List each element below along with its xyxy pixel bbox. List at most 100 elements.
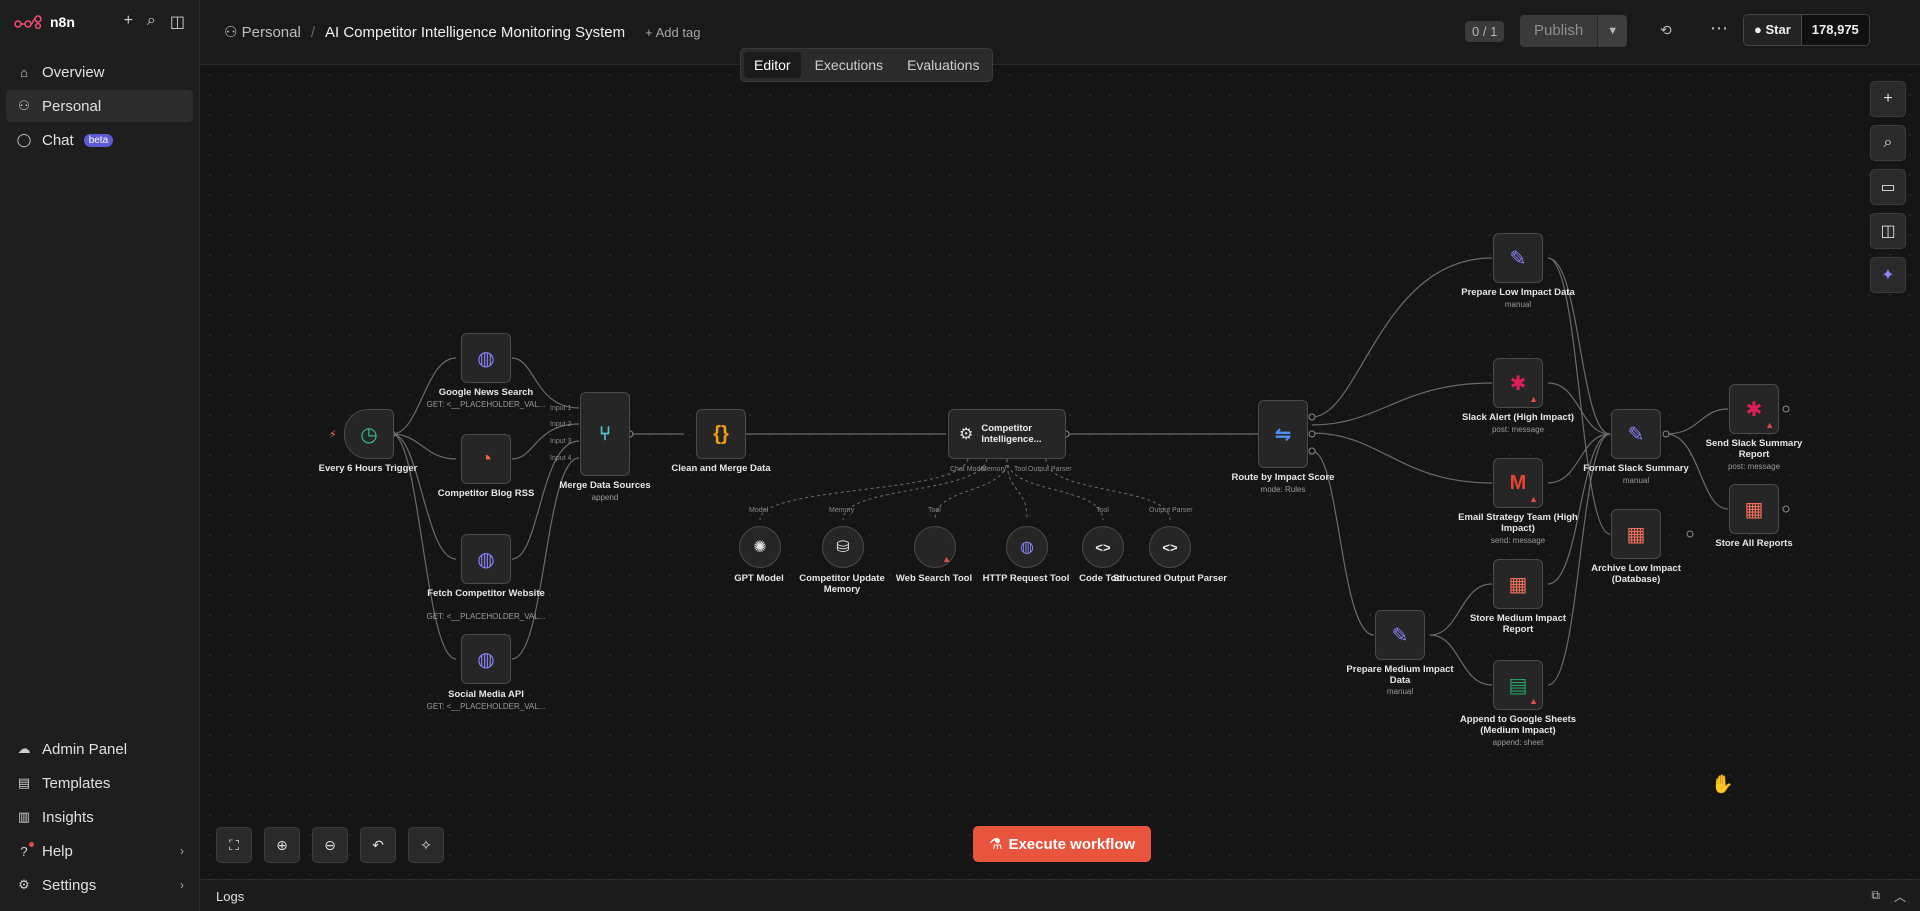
- user-icon: ⚇: [18, 98, 30, 113]
- warning-icon: ▲: [1529, 394, 1538, 404]
- sheets-icon: ▤: [1508, 674, 1528, 697]
- add-tag-button[interactable]: + Add tag: [645, 25, 700, 40]
- popout-icon[interactable]: ⧉: [1871, 888, 1880, 905]
- agent-handle-label: Tool: [1014, 466, 1027, 473]
- undo-button[interactable]: ↶: [360, 827, 396, 863]
- node-sub: GET: <__PLACEHOLDER_VAL...: [426, 612, 546, 621]
- node-sub: append: sheet: [1492, 738, 1544, 747]
- publish-button[interactable]: Publish: [1520, 15, 1598, 47]
- node-sub: GET: <__PLACEHOLDER_VAL...: [426, 702, 546, 711]
- node-label: Store Medium Impact Report: [1469, 613, 1567, 635]
- node-store-all[interactable]: ▦: [1729, 484, 1779, 534]
- node-send-slack[interactable]: ✱ ▲: [1729, 384, 1779, 434]
- sidebar-item-help[interactable]: ? Help ›: [6, 835, 194, 867]
- node-code-tool[interactable]: <>: [1082, 526, 1124, 568]
- templates-icon: ▤: [17, 775, 31, 790]
- node-ai-agent[interactable]: ⚙ Competitor Intelligence...: [948, 409, 1066, 459]
- github-star-button[interactable]: ● Star 178,975: [1743, 14, 1870, 46]
- workflow-canvas[interactable]: ⚡ ◷ Every 6 Hours Trigger ◍ Google News …: [200, 65, 1920, 879]
- zoom-in-button[interactable]: ⊕: [264, 827, 300, 863]
- sidebar-item-label: Personal: [42, 97, 102, 115]
- node-memory[interactable]: ⛁: [822, 526, 864, 568]
- sidebar-item-admin[interactable]: ☁ Admin Panel: [6, 733, 194, 765]
- workflow-title[interactable]: AI Competitor Intelligence Monitoring Sy…: [325, 24, 625, 41]
- node-archive-low[interactable]: ▦: [1611, 509, 1661, 559]
- chevron-down-icon[interactable]: ▼: [1597, 15, 1628, 47]
- agent-handle-label: Output Parser: [1028, 466, 1072, 473]
- node-route[interactable]: ⇋: [1258, 400, 1308, 468]
- warning-icon: ▲: [1529, 494, 1538, 504]
- zoom-out-button[interactable]: ⊖: [312, 827, 348, 863]
- node-sub: send: message: [1490, 536, 1546, 545]
- slack-icon: ✱: [1509, 372, 1527, 395]
- node-store-medium[interactable]: ▦: [1493, 559, 1543, 609]
- n8n-logo[interactable]: n8n: [14, 14, 75, 30]
- tab-evaluations[interactable]: Evaluations: [897, 52, 989, 78]
- rss-icon: ◔: [479, 447, 493, 470]
- output-handle: [1308, 430, 1316, 438]
- version-badge[interactable]: 0 / 1: [1465, 21, 1505, 42]
- node-output-parser[interactable]: <>: [1149, 526, 1191, 568]
- fit-view-button[interactable]: ⛶: [216, 827, 252, 863]
- plus-icon[interactable]: +: [124, 12, 133, 32]
- help-icon: ?: [16, 841, 34, 859]
- node-prepare-low[interactable]: ✎: [1493, 233, 1543, 283]
- sticky-note-button[interactable]: ▭: [1870, 169, 1906, 205]
- node-blog-rss[interactable]: ◔: [461, 434, 511, 484]
- github-star-count: 178,975: [1800, 15, 1869, 45]
- sidebar-item-label: Overview: [42, 63, 105, 81]
- node-trigger[interactable]: ⚡ ◷: [329, 409, 394, 459]
- node-sub: post: message: [1727, 462, 1781, 471]
- sidebar-toggle-icon[interactable]: ◫: [170, 12, 185, 32]
- sidebar-item-label: Help: [42, 842, 73, 860]
- node-web-search[interactable]: ▲: [914, 526, 956, 568]
- search-icon[interactable]: ⌕: [147, 12, 156, 32]
- sub-handle-label: Memory: [829, 507, 855, 514]
- node-clean-merge[interactable]: {}: [696, 409, 746, 459]
- beta-badge: beta: [83, 133, 114, 147]
- publish-group: Publish ▼: [1520, 15, 1628, 47]
- node-google-news[interactable]: ◍: [461, 333, 511, 383]
- ai-assistant-button[interactable]: ✦: [1870, 257, 1906, 293]
- node-email[interactable]: M ▲: [1493, 458, 1543, 508]
- node-format-slack[interactable]: ✎: [1611, 409, 1661, 459]
- sidebar-item-overview[interactable]: ⌂ Overview: [6, 56, 193, 88]
- node-prepare-medium[interactable]: ✎: [1375, 610, 1425, 660]
- sidebar-item-templates[interactable]: ▤ Templates: [6, 767, 194, 799]
- output-handle: [1782, 505, 1790, 513]
- project-link[interactable]: ⚇ Personal: [224, 23, 301, 41]
- node-social-api[interactable]: ◍: [461, 634, 511, 684]
- note-icon: ▭: [1880, 179, 1896, 196]
- sidebar-item-personal[interactable]: ⚇ Personal: [6, 90, 193, 122]
- more-icon[interactable]: ⋯: [1710, 18, 1728, 39]
- sidebar-item-insights[interactable]: ▥ Insights: [6, 801, 194, 833]
- sparkle-icon: ✦: [1881, 267, 1895, 284]
- sidebar-item-label: Chat: [42, 131, 74, 149]
- node-merge[interactable]: ⑂: [580, 392, 630, 476]
- output-handle: [1782, 405, 1790, 413]
- node-slack-alert[interactable]: ✱ ▲: [1493, 358, 1543, 408]
- node-label: Prepare Low Impact Data: [1461, 287, 1575, 298]
- sidebar-item-chat[interactable]: ◯ Chat beta: [6, 124, 193, 156]
- node-google-sheets[interactable]: ▤ ▲: [1493, 660, 1543, 710]
- connection: [1665, 408, 1729, 435]
- connection: [1311, 257, 1493, 418]
- tidy-up-button[interactable]: ✧: [408, 827, 444, 863]
- panel-toggle-button[interactable]: ◫: [1870, 213, 1906, 249]
- node-fetch-website[interactable]: ◍: [461, 534, 511, 584]
- node-label: Send Slack Summary Report: [1705, 438, 1803, 460]
- add-node-button[interactable]: +: [1870, 81, 1906, 117]
- node-label: Prepare Medium Impact Data: [1346, 664, 1454, 686]
- search-nodes-button[interactable]: ⌕: [1870, 125, 1906, 161]
- execute-workflow-button[interactable]: ⚗ Execute workflow: [973, 826, 1152, 862]
- node-label: Fetch Competitor Website: [427, 588, 545, 599]
- sidebar-item-settings[interactable]: ⚙ Settings ›: [6, 869, 194, 901]
- node-gpt-model[interactable]: ✺: [739, 526, 781, 568]
- node-http-tool[interactable]: ◍: [1006, 526, 1048, 568]
- tab-editor[interactable]: Editor: [744, 52, 801, 78]
- history-icon[interactable]: ⟲: [1660, 22, 1672, 39]
- chevron-up-icon[interactable]: ︿: [1894, 888, 1906, 905]
- sidebar-item-label: Insights: [42, 808, 94, 826]
- tab-executions[interactable]: Executions: [805, 52, 893, 78]
- logs-panel[interactable]: Logs ⧉ ︿: [200, 879, 1920, 911]
